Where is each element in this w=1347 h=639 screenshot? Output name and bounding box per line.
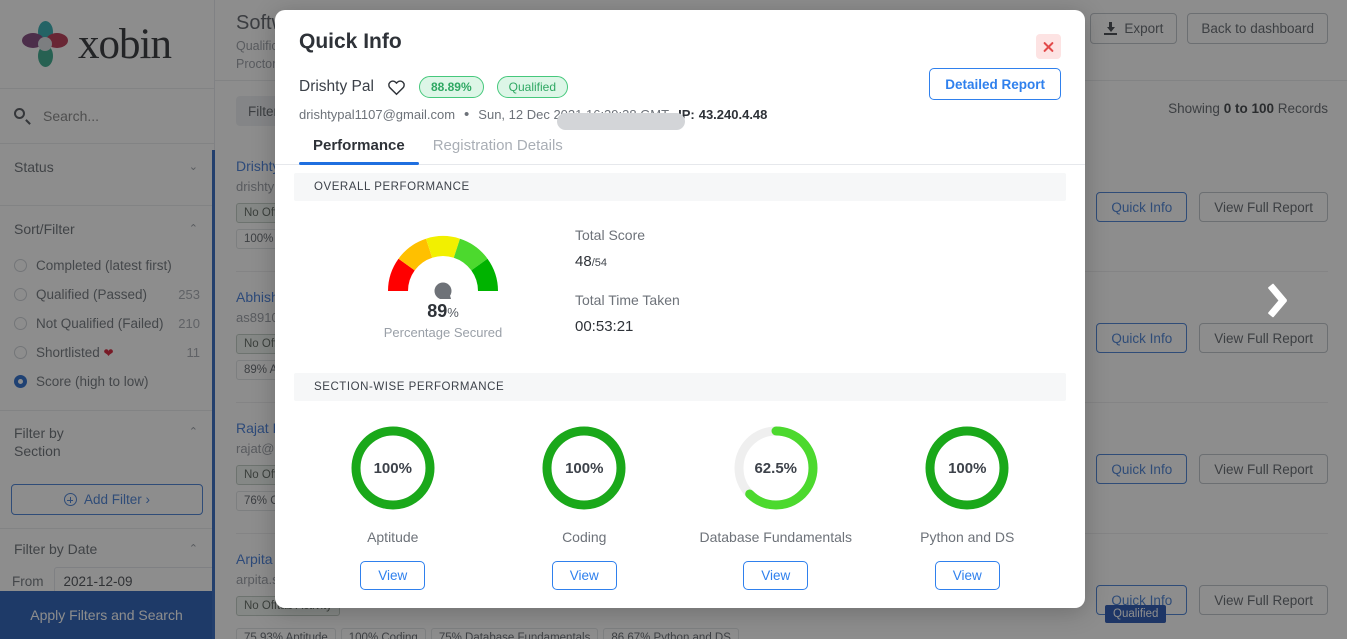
view-section-button[interactable]: View — [934, 561, 1000, 590]
meta-separator: • — [464, 106, 470, 123]
donut-chart-0: 100% — [348, 423, 438, 513]
view-section-button[interactable]: View — [743, 561, 809, 590]
quick-info-modal: Quick Info Drishty Pal 88.89% Qualified … — [275, 10, 1085, 608]
candidate-name: Drishty Pal — [299, 78, 374, 95]
ip-value: 43.240.4.48 — [698, 107, 768, 122]
stats-column: Total Score 48/54 Total Time Taken 00:53… — [575, 219, 680, 357]
donut-label: 100% — [948, 459, 987, 477]
section-card-aptitude: 100% Aptitude View — [297, 423, 489, 590]
chevron-right-icon[interactable] — [1263, 282, 1297, 316]
gauge-percentage: 89% — [427, 301, 459, 321]
section-card-coding: 100% Coding View — [489, 423, 681, 590]
candidate-summary-row: Drishty Pal 88.89% Qualified Detailed Re… — [275, 54, 1085, 100]
overall-performance-header: OVERALL PERFORMANCE — [294, 173, 1066, 201]
section-name: Python and DS — [920, 529, 1015, 545]
gauge-column: 89% Percentage Secured — [275, 219, 575, 340]
view-section-button[interactable]: View — [360, 561, 426, 590]
total-score-value: 48/54 — [575, 253, 607, 270]
candidate-email: drishtypal1107@gmail.com — [299, 107, 456, 122]
gauge-caption: Percentage Secured — [383, 325, 503, 340]
total-time-label: Total Time Taken — [575, 292, 680, 308]
section-name: Coding — [562, 529, 607, 545]
donut-label: 62.5% — [754, 459, 798, 477]
overall-performance: 89% Percentage Secured Total Score 48/54… — [275, 201, 1085, 365]
modal-body: OVERALL PERFORMANCE 89% Percentage Secur… — [275, 165, 1085, 608]
detailed-report-button[interactable]: Detailed Report — [929, 68, 1061, 100]
view-section-button[interactable]: View — [551, 561, 617, 590]
score-badge: 88.89% — [418, 76, 484, 98]
tab-performance[interactable]: Performance — [299, 137, 419, 165]
status-badge: Qualified — [496, 76, 569, 98]
section-name: Database Fundamentals — [699, 529, 853, 545]
donut-label: 100% — [565, 459, 604, 477]
heart-icon[interactable] — [387, 78, 406, 97]
section-wise-header: SECTION-WISE PERFORMANCE — [294, 373, 1066, 401]
section-cards: 100% Aptitude View 100% Coding View 62.5% Datab… — [275, 401, 1085, 590]
donut-chart-1: 100% — [539, 423, 629, 513]
modal-tabs: Performance Registration Details — [275, 123, 1085, 165]
total-time-value: 00:53:21 — [575, 318, 634, 335]
modal-header: Quick Info — [275, 10, 1085, 59]
section-name: Aptitude — [367, 529, 419, 545]
donut-chart-3: 100% — [922, 423, 1012, 513]
donut-chart-2: 62.5% — [731, 423, 821, 513]
modal-title: Quick Info — [299, 30, 402, 53]
performance-gauge-chart — [388, 236, 498, 299]
donut-label: 100% — [373, 459, 412, 477]
section-card-python-and-ds: 100% Python and DS View — [872, 423, 1064, 590]
email-redaction-overlay — [557, 113, 685, 130]
total-score-label: Total Score — [575, 227, 646, 243]
section-card-database-fundamentals: 62.5% Database Fundamentals View — [680, 423, 872, 590]
tab-registration-details[interactable]: Registration Details — [419, 137, 577, 164]
